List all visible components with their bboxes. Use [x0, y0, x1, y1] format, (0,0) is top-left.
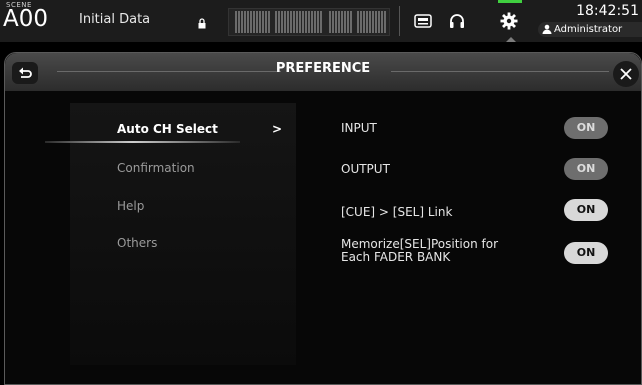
menu-item-help[interactable]: Help: [70, 192, 296, 220]
close-button[interactable]: [613, 61, 639, 87]
scene-name[interactable]: Initial Data: [79, 12, 150, 27]
clock: 18:42:51: [576, 3, 639, 19]
cue-sel-link-toggle[interactable]: ON: [564, 199, 608, 221]
input-toggle[interactable]: ON: [564, 117, 608, 139]
setting-label-output: OUTPUT: [341, 162, 390, 176]
back-button[interactable]: [12, 62, 38, 84]
menu-item-label: Others: [117, 236, 158, 250]
menu-item-label: Confirmation: [117, 161, 195, 175]
setting-label-cue-sel-link: [CUE] > [SEL] Link: [341, 205, 453, 219]
preference-window: PREFERENCE Auto CH Select > Confirmation…: [4, 52, 642, 385]
menu-item-auto-ch-select[interactable]: Auto CH Select >: [70, 115, 296, 143]
selection-underline: [45, 141, 240, 143]
close-icon: [620, 68, 632, 80]
headphones-icon[interactable]: [446, 10, 468, 32]
pointer-icon: [506, 37, 516, 42]
gear-icon: [498, 10, 520, 32]
user-badge[interactable]: Administrator: [538, 22, 642, 37]
memorize-sel-toggle[interactable]: ON: [564, 242, 608, 264]
scene-number[interactable]: A00: [3, 6, 48, 32]
setting-label-input: INPUT: [341, 121, 377, 135]
setting-label-memorize-sel: Memorize[SEL]Position for Each FADER BAN…: [341, 238, 498, 264]
setting-label-line: Each FADER BANK: [341, 250, 451, 264]
active-indicator: [498, 0, 522, 3]
meter-display[interactable]: [228, 8, 390, 36]
menu-item-label: Auto CH Select: [117, 122, 218, 136]
window-title: PREFERENCE: [275, 61, 371, 76]
output-toggle[interactable]: ON: [564, 158, 608, 180]
status-bar: SCENE A00 Initial Data 18:42:51 Administ…: [0, 0, 642, 42]
gear-button[interactable]: [490, 0, 530, 42]
back-icon: [19, 67, 32, 78]
window-header: PREFERENCE: [5, 53, 641, 91]
user-icon: [542, 24, 552, 34]
divider: [399, 6, 400, 36]
menu-item-label: Help: [117, 199, 145, 213]
lock-icon[interactable]: [198, 18, 206, 29]
menu-item-others[interactable]: Others: [70, 229, 296, 257]
menu-item-confirmation[interactable]: Confirmation: [70, 154, 296, 182]
user-name: Administrator: [554, 24, 623, 35]
header-line: [391, 71, 609, 72]
recorder-icon[interactable]: [412, 10, 434, 32]
chevron-right-icon: >: [271, 122, 282, 136]
